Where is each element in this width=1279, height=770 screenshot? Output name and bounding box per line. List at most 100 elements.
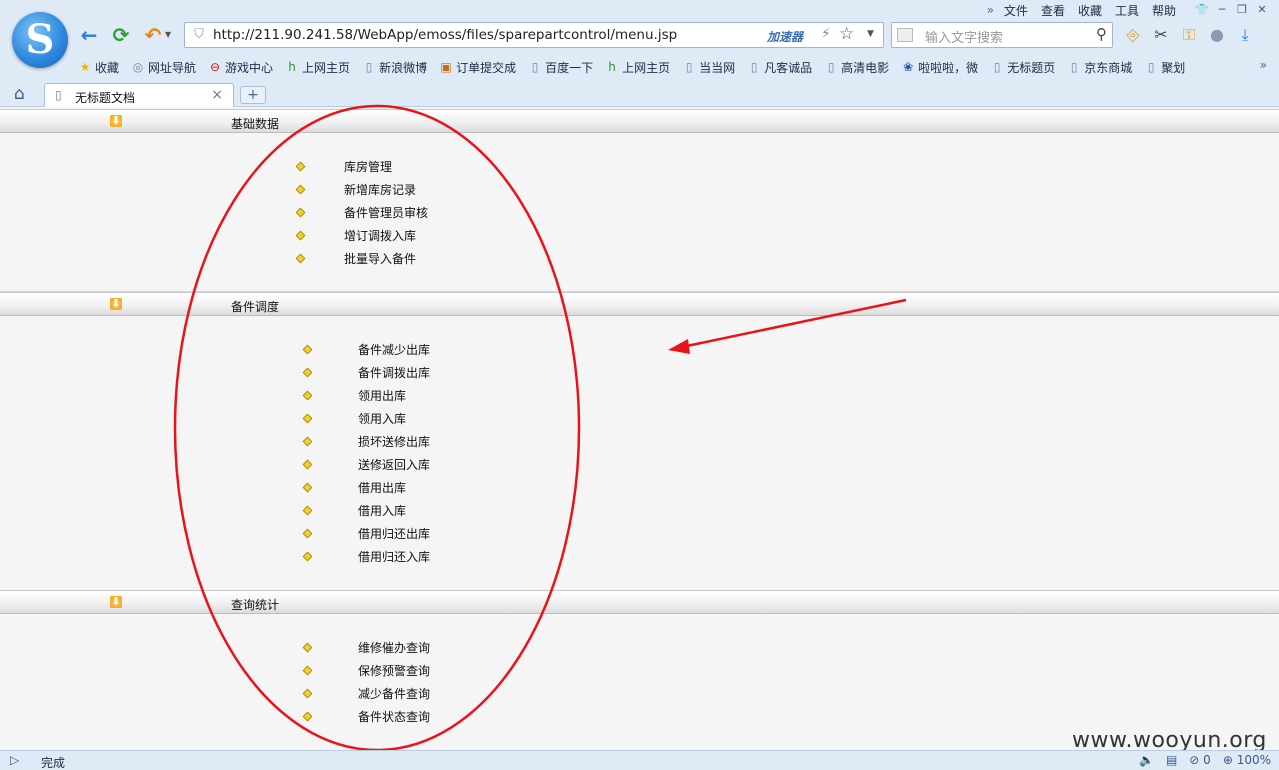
adblock-icon[interactable]: ⊘ 0 [1189,753,1211,767]
diamond-bullet-icon [302,665,313,675]
menu-item[interactable]: 备件管理员审核 [295,204,428,220]
search-input[interactable]: 输入文字搜索 [925,27,1003,46]
menu-item[interactable]: 借用入库 [302,502,406,518]
download-icon[interactable]: ⤓ [1234,24,1256,46]
menu-item[interactable]: 增订调拨入库 [295,227,416,243]
tab-active[interactable]: ▯ 无标题文档 × [44,83,234,107]
address-bar[interactable]: ⛉ http://211.90.241.58/WebApp/emoss/file… [184,22,884,48]
menu-item[interactable]: 备件调拨出库 [302,364,430,380]
section-header-dispatch[interactable]: ⬇ 备件调度 [0,292,1279,316]
menu-item[interactable]: 批量导入备件 [295,250,416,266]
diamond-bullet-icon [302,688,313,698]
menu-item[interactable]: 库房管理 [295,158,392,174]
expand-arrow-icon[interactable]: ⬇ [110,298,122,310]
bookmark-item[interactable]: ❀ 啦啦啦，微 [901,59,978,76]
section-title[interactable]: 基础数据 [231,115,279,132]
browser-logo-mark: S [25,16,55,63]
menu-help[interactable]: 帮助 [1152,2,1176,19]
bookmark-item[interactable]: ▯ 高清电影 [824,59,889,76]
bookmark-item[interactable]: ▯ 聚划 [1144,59,1185,76]
back-icon[interactable]: ← [78,24,100,46]
section-title[interactable]: 查询统计 [231,596,279,613]
menu-view[interactable]: 查看 [1041,2,1065,19]
minimize-icon[interactable]: ─ [1215,4,1229,16]
tab-close-icon[interactable]: × [211,87,223,103]
menu-item[interactable]: 备件状态查询 [302,708,430,724]
menu-file[interactable]: 文件 [1004,2,1028,19]
status-bar: ▷ 完成 🔈 ▤ ⊘ 0 ⊕ 100% [0,750,1279,770]
menu-tools[interactable]: 工具 [1115,2,1139,19]
tab-bar: ⌂ ▯ 无标题文档 × + [0,82,1279,107]
skin-icon[interactable]: 👕 [1195,4,1209,16]
menu-item[interactable]: 领用入库 [302,410,406,426]
section-header-query[interactable]: ⬇ 查询统计 [0,590,1279,614]
menu-item[interactable]: 减少备件查询 [302,685,430,701]
menu-item[interactable]: 借用出库 [302,479,406,495]
zoom-icon[interactable]: ⊕ 100% [1223,753,1271,767]
section-title[interactable]: 备件调度 [231,298,279,315]
scissors-icon[interactable]: ✂ [1150,24,1172,46]
address-dropdown-icon[interactable]: ▼ [867,29,874,39]
bookmark-item[interactable]: ◎ 网址导航 [131,59,196,76]
menu-item[interactable]: 损坏送修出库 [302,433,430,449]
sidebar-toggle-icon[interactable]: ▷ [10,753,19,767]
accelerator-button[interactable]: 加速器 [767,28,803,45]
diamond-bullet-icon [302,642,313,652]
page-icon: ▯ [55,88,62,102]
menu-item[interactable]: 新增库房记录 [295,181,416,197]
bookmarks-bar: ★ 收藏 ◎ 网址导航 ⊖ 游戏中心 h 上网主页 ▯ 新浪微博 ▣ 订单提交成 ▯ 百度一下… [78,58,1197,76]
menu-item[interactable]: 保修预警查询 [302,662,430,678]
volume-icon[interactable]: 🔈 [1139,753,1154,767]
hao-icon: h [608,60,616,74]
expand-arrow-icon[interactable]: ⬇ [110,115,122,127]
search-box[interactable]: 输入文字搜索 ⚲ [891,22,1113,48]
bookmark-item[interactable]: ▯ 京东商城 [1067,59,1132,76]
refresh-icon[interactable]: ⟳ [110,24,132,46]
key-icon[interactable]: ⚿ [1178,24,1200,46]
page-icon: ▯ [827,60,835,74]
restore-icon[interactable]: ❐ [1235,4,1249,16]
new-tab-button[interactable]: + [240,86,266,104]
close-icon[interactable]: ✕ [1255,4,1269,16]
undo-dropdown-icon[interactable]: ▼ [165,30,171,39]
menu-item[interactable]: 借用归还出库 [302,525,430,541]
bookmark-item[interactable]: ▯ 新浪微博 [362,59,427,76]
bookmark-item[interactable]: h 上网主页 [285,59,350,76]
menu-item[interactable]: 送修返回入库 [302,456,430,472]
section-header-basic-data[interactable]: ⬇ 基础数据 [0,109,1279,133]
bookmark-item[interactable]: ⊖ 游戏中心 [208,59,273,76]
url-text[interactable]: http://211.90.241.58/WebApp/emoss/files/… [213,27,677,43]
bookmark-item[interactable]: ▯ 无标题页 [990,59,1055,76]
menu-favorites[interactable]: 收藏 [1078,2,1102,19]
menu-expand-icon[interactable]: » [987,3,994,17]
diamond-bullet-icon [302,482,313,492]
menu-item[interactable]: 借用归还入库 [302,548,430,564]
page-icon: ▯ [531,60,539,74]
search-icon[interactable]: ⚲ [1096,25,1107,43]
status-text: 完成 [41,756,66,770]
more-icon[interactable]: ● [1206,24,1228,46]
lightning-icon[interactable]: ⚡ [821,26,831,42]
login-icon[interactable]: ⎆ [1122,24,1144,46]
menu-item[interactable]: 备件减少出库 [302,341,430,357]
toolbox-icon[interactable]: ▤ [1166,753,1177,767]
expand-arrow-icon[interactable]: ⬇ [110,596,122,608]
home-icon[interactable]: ⌂ [14,84,25,104]
diamond-bullet-icon [302,551,313,561]
menu-item[interactable]: 维修催办查询 [302,639,430,655]
bookmark-item[interactable]: ▣ 订单提交成 [439,59,516,76]
search-engine-icon[interactable] [897,28,913,42]
bookmark-item[interactable]: ★ 收藏 [78,59,119,76]
bookmark-item[interactable]: ▯ 当当网 [682,59,735,76]
menu-item[interactable]: 领用出库 [302,387,406,403]
bookmarks-more-icon[interactable]: » [1260,58,1267,72]
page-icon: ▯ [685,60,693,74]
bookmark-item[interactable]: h 上网主页 [605,59,670,76]
browser-logo: S [12,12,68,68]
game-icon: ⊖ [210,60,221,74]
undo-icon[interactable]: ↶ [142,24,164,46]
page-icon: ▯ [993,60,1001,74]
bookmark-item[interactable]: ▯ 百度一下 [528,59,593,76]
bookmark-item[interactable]: ▯ 凡客诚品 [747,59,812,76]
favorite-star-icon[interactable]: ☆ [839,24,854,44]
